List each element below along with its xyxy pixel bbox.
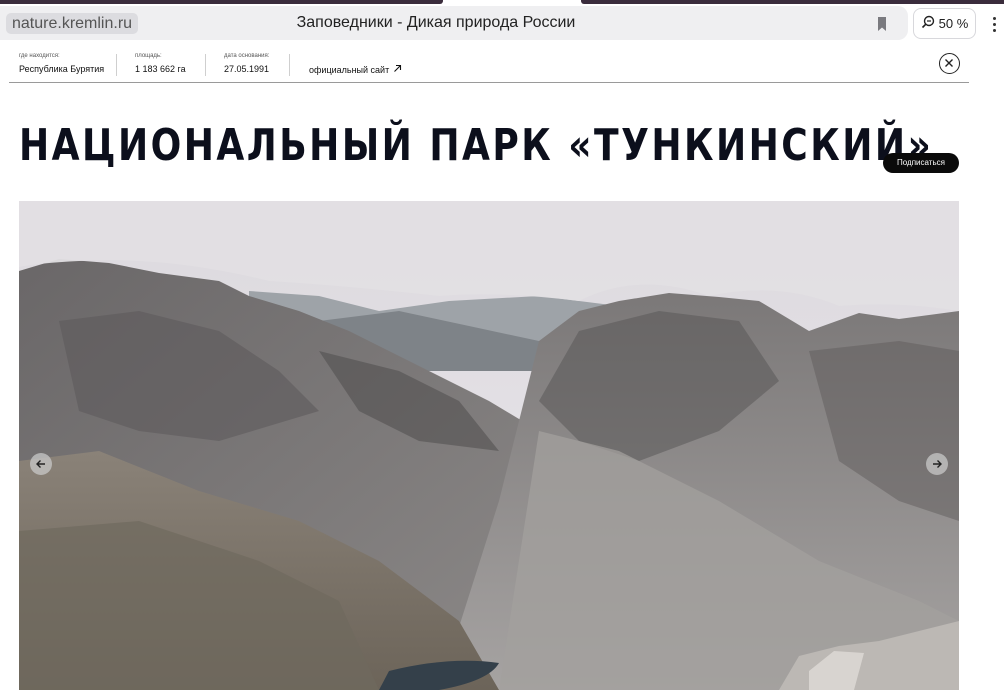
url-chip[interactable]: nature.kremlin.ru <box>6 13 139 34</box>
zoom-level: 50 % <box>938 16 969 31</box>
tab-right[interactable] <box>581 0 1004 4</box>
divider <box>289 54 290 76</box>
bookmark-icon[interactable] <box>873 15 891 33</box>
founded-label: дата основания: <box>224 53 270 59</box>
official-site-label: официальный сайт <box>309 64 390 75</box>
location-label: где находится: <box>19 53 60 59</box>
mountain-valley-photo <box>19 201 959 690</box>
zoom-icon <box>921 14 935 33</box>
area-label: площадь: <box>135 53 162 59</box>
close-icon[interactable] <box>939 53 960 74</box>
area-info: площадь: 1 183 662 га <box>135 53 186 75</box>
park-info-bar: где находится: Республика Бурятия площад… <box>9 45 969 83</box>
location-info: где находится: Республика Бурятия <box>19 53 104 75</box>
subscribe-button[interactable]: Подписаться <box>883 153 959 173</box>
tab-strip <box>0 0 1004 5</box>
founded-info: дата основания: 27.05.1991 <box>224 53 269 75</box>
park-title: НАЦИОНАЛЬНЫЙ ПАРК «ТУНКИНСКИЙ» <box>19 120 934 171</box>
divider <box>205 54 206 76</box>
founded-value: 27.05.1991 <box>224 64 270 74</box>
photo-gallery <box>19 201 959 690</box>
arrow-right-icon[interactable] <box>926 453 948 475</box>
zoom-button[interactable]: 50 % <box>913 8 976 39</box>
more-vertical-icon[interactable] <box>984 10 1004 38</box>
arrow-up-right-icon <box>393 64 402 75</box>
official-site-link[interactable]: официальный сайт <box>309 64 402 75</box>
location-value: Республика Бурятия <box>19 64 105 74</box>
divider <box>116 54 117 76</box>
address-bar[interactable]: nature.kremlin.ru Заповедники - Дикая пр… <box>0 6 908 40</box>
area-value: 1 183 662 га <box>135 64 186 74</box>
tab-left[interactable] <box>0 0 443 4</box>
arrow-left-icon[interactable] <box>30 453 52 475</box>
